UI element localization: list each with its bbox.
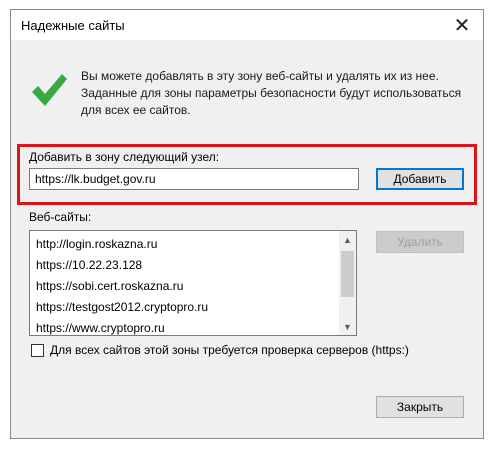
verify-https-checkbox[interactable] xyxy=(31,344,44,357)
list-item[interactable]: https://www.cryptopro.ru xyxy=(36,318,336,335)
list-item[interactable]: https://10.22.23.128 xyxy=(36,255,336,276)
list-item[interactable]: http://login.roskazna.ru xyxy=(36,234,336,255)
checkmark-icon xyxy=(32,74,67,106)
add-site-label: Добавить в зону следующий узел: xyxy=(29,150,220,164)
verify-https-label[interactable]: Для всех сайтов этой зоны требуется пров… xyxy=(50,343,409,357)
list-scrollbar[interactable]: ▲ ▼ xyxy=(339,231,356,335)
websites-list[interactable]: http://login.roskazna.ru https://10.22.2… xyxy=(29,230,357,336)
list-item[interactable]: https://sobi.cert.roskazna.ru xyxy=(36,276,336,297)
list-item[interactable]: https://testgost2012.cryptopro.ru xyxy=(36,297,336,318)
websites-label: Веб-сайты: xyxy=(29,210,92,224)
site-url-input[interactable] xyxy=(29,168,359,190)
remove-button[interactable]: Удалить xyxy=(376,231,464,253)
title-bar: Надежные сайты ✕ xyxy=(11,10,483,40)
chevron-up-icon[interactable]: ▲ xyxy=(339,231,356,248)
window-title: Надежные сайты xyxy=(21,18,125,33)
trusted-sites-dialog: Надежные сайты ✕ Вы можете добавлять в э… xyxy=(10,9,484,439)
add-button[interactable]: Добавить xyxy=(376,168,464,190)
scrollbar-thumb[interactable] xyxy=(341,251,354,297)
close-button[interactable]: Закрыть xyxy=(376,396,464,418)
zone-description: Вы можете добавлять в эту зону веб-сайты… xyxy=(81,69,462,117)
chevron-down-icon[interactable]: ▼ xyxy=(339,318,356,335)
close-icon[interactable]: ✕ xyxy=(449,13,475,37)
